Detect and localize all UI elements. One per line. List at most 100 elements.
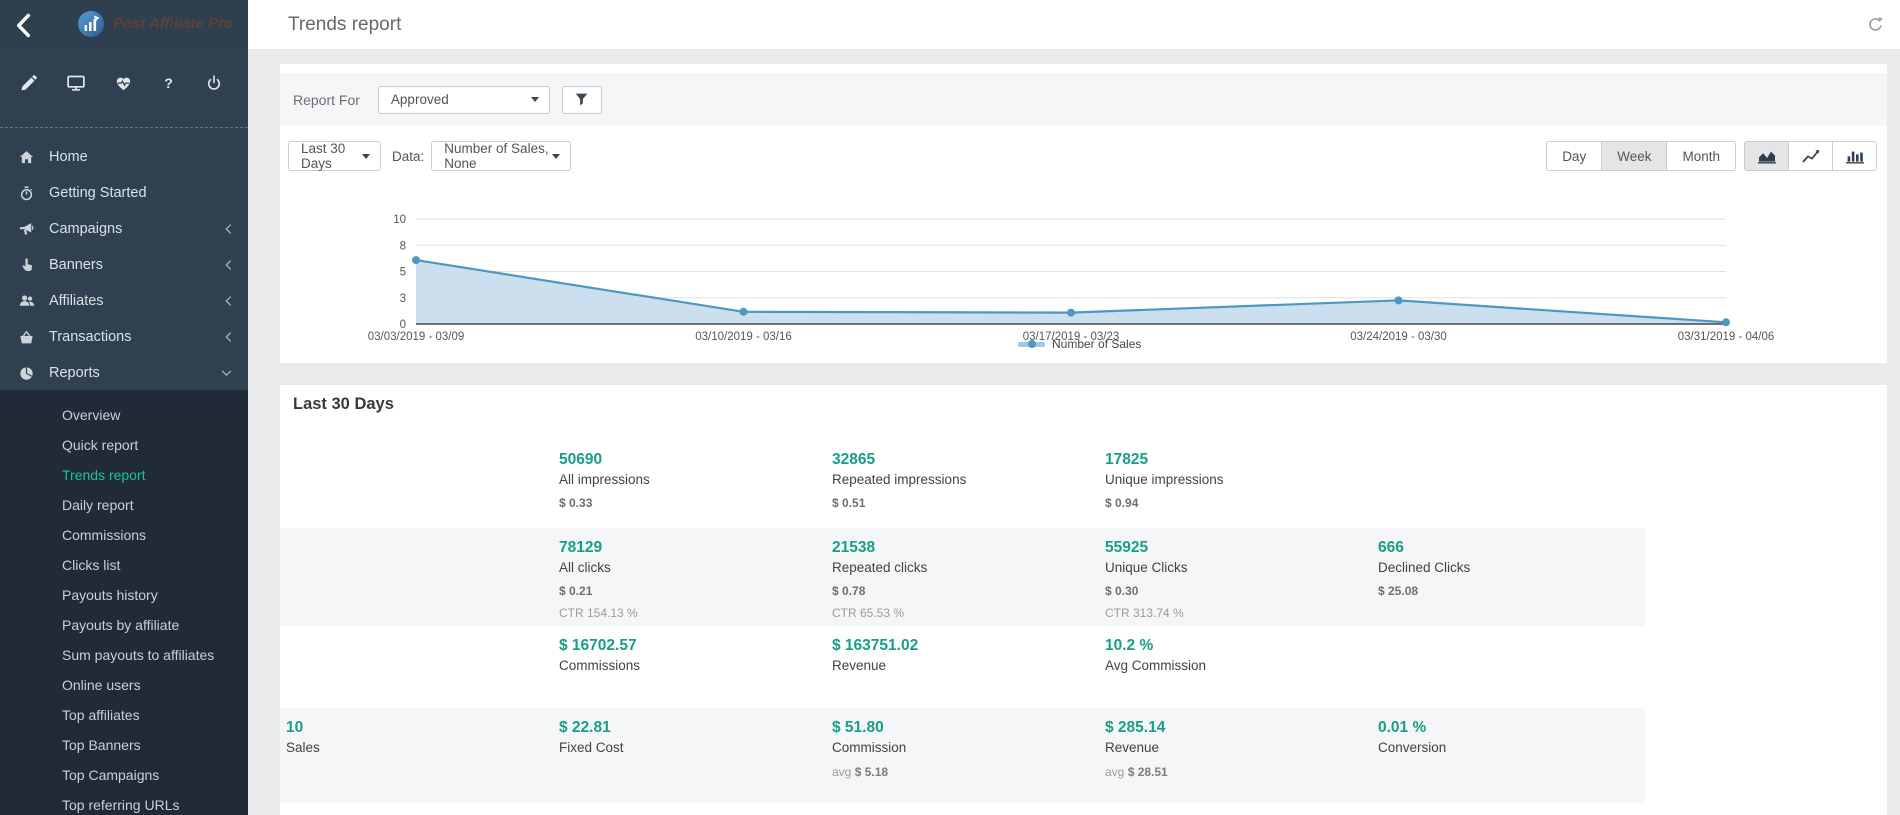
stat-avg: avg $ 28.51 <box>1105 765 1360 779</box>
sidebar-item-home[interactable]: Home <box>0 139 248 175</box>
svg-text:03/03/2019 - 03/09: 03/03/2019 - 03/09 <box>368 331 465 343</box>
stat-money: $ 0.51 <box>832 496 1087 510</box>
sidebar-item-campaigns[interactable]: Campaigns <box>0 211 248 247</box>
caret-down-icon <box>362 154 370 159</box>
stat-value: 21538 <box>832 538 1087 557</box>
period-button-day[interactable]: Day <box>1546 141 1602 171</box>
date-range-select[interactable]: Last 30 Days <box>288 141 381 171</box>
stat-cell-revenue: $ 163751.02Revenue <box>826 626 1099 708</box>
stopwatch-icon <box>18 186 35 201</box>
stat-label: Sales <box>286 738 541 757</box>
chevron-left-icon <box>225 332 232 343</box>
stats-row-4: 10Sales$ 22.81Fixed Cost$ 51.80Commissio… <box>280 708 1645 803</box>
submenu-item-trends-report[interactable]: Trends report <box>0 460 248 490</box>
collapse-sidebar-icon[interactable] <box>13 12 36 44</box>
power-icon[interactable] <box>206 75 222 91</box>
chart-type-button-area-chart[interactable] <box>1744 141 1789 171</box>
stat-cell-revenue: $ 285.14Revenueavg $ 28.51 <box>1099 708 1372 803</box>
data-label: Data: <box>392 149 424 164</box>
chart-type-button-line-chart[interactable] <box>1788 141 1833 171</box>
svg-text:5: 5 <box>400 267 406 279</box>
data-series-value: Number of Sales, None <box>444 141 552 171</box>
submenu-item-clicks-list[interactable]: Clicks list <box>0 550 248 580</box>
submenu-item-payouts-history[interactable]: Payouts history <box>0 580 248 610</box>
sidebar-item-reports[interactable]: Reports <box>0 355 248 391</box>
refresh-icon[interactable] <box>1867 16 1884 38</box>
submenu-item-online-users[interactable]: Online users <box>0 670 248 700</box>
chart-type-button-bar-chart[interactable] <box>1832 141 1877 171</box>
help-icon[interactable]: ? <box>161 76 176 91</box>
sidebar-nav: Home Getting StartedCampaigns Banners Affil… <box>0 139 248 391</box>
stat-value: 50690 <box>559 450 814 469</box>
stat-label: Commissions <box>559 656 814 675</box>
filter-button[interactable] <box>562 86 602 114</box>
legend-label: Number of Sales <box>1052 337 1141 351</box>
chevron-left-icon <box>225 296 232 307</box>
stat-cell-unique-impressions: 17825Unique impressions$ 0.94 <box>1099 440 1372 528</box>
submenu-item-top-campaigns[interactable]: Top Campaigns <box>0 760 248 790</box>
megaphone-icon <box>18 222 35 237</box>
stat-label: Fixed Cost <box>559 738 814 757</box>
stat-ctr: CTR 154.13 % <box>559 606 814 620</box>
funnel-icon <box>575 93 588 106</box>
stat-cell-commission: $ 51.80Commissionavg $ 5.18 <box>826 708 1099 803</box>
stat-cell-avg-commission: 10.2 %Avg Commission <box>1099 626 1372 708</box>
submenu-item-commissions[interactable]: Commissions <box>0 520 248 550</box>
sidebar-item-label: Banners <box>49 257 103 273</box>
report-for-select[interactable]: Approved <box>378 86 550 114</box>
stat-value: 32865 <box>832 450 1087 469</box>
stat-label: Commission <box>832 738 1087 757</box>
stat-value: $ 51.80 <box>832 718 1087 737</box>
stat-label: All clicks <box>559 558 814 577</box>
svg-text:0: 0 <box>400 319 406 331</box>
svg-text:03/10/2019 - 03/16: 03/10/2019 - 03/16 <box>695 331 792 343</box>
submenu-item-sum-payouts-to-affiliates[interactable]: Sum payouts to affiliates <box>0 640 248 670</box>
app-root: Post Affiliate Pro ? HomeGetting Started… <box>0 0 1900 815</box>
stat-label: Avg Commission <box>1105 656 1360 675</box>
stat-money: $ 0.78 <box>832 584 1087 598</box>
submenu-item-quick-report[interactable]: Quick report <box>0 430 248 460</box>
sidebar-item-banners[interactable]: Banners <box>0 247 248 283</box>
submenu-item-top-affiliates[interactable]: Top affiliates <box>0 700 248 730</box>
brand-logo-icon <box>77 10 105 38</box>
period-button-month[interactable]: Month <box>1666 141 1736 171</box>
caret-down-icon <box>552 154 560 159</box>
stat-label: Declined Clicks <box>1378 558 1633 577</box>
pencil-icon[interactable] <box>20 75 37 92</box>
home-icon <box>18 150 35 165</box>
submenu-item-daily-report[interactable]: Daily report <box>0 490 248 520</box>
legend-swatch-icon <box>1018 342 1045 347</box>
period-button-group: DayWeekMonth <box>1546 141 1736 171</box>
sidebar-item-affiliates[interactable]: Affiliates <box>0 283 248 319</box>
caret-down-icon <box>531 97 539 102</box>
submenu-item-top-banners[interactable]: Top Banners <box>0 730 248 760</box>
period-button-week[interactable]: Week <box>1601 141 1667 171</box>
stat-cell-empty <box>280 528 553 626</box>
monitor-icon[interactable] <box>67 74 85 92</box>
submenu-item-top-referring-urls[interactable]: Top referring URLs <box>0 790 248 815</box>
stat-cell-declined-clicks: 666Declined Clicks$ 25.08 <box>1372 528 1645 626</box>
stat-cell-empty <box>280 626 553 708</box>
sidebar-item-transactions[interactable]: Transactions <box>0 319 248 355</box>
submenu-item-payouts-by-affiliate[interactable]: Payouts by affiliate <box>0 610 248 640</box>
data-series-select[interactable]: Number of Sales, None <box>431 141 571 171</box>
stat-value: $ 163751.02 <box>832 636 1087 655</box>
sidebar-item-getting-started[interactable]: Getting Started <box>0 175 248 211</box>
stat-cell-all-impressions: 50690All impressions$ 0.33 <box>553 440 826 528</box>
stat-cell-empty <box>1372 626 1645 708</box>
heartbeat-icon[interactable] <box>115 75 132 92</box>
report-for-value: Approved <box>391 92 449 107</box>
stat-value: 17825 <box>1105 450 1360 469</box>
stat-cell-fixed-cost: $ 22.81Fixed Cost <box>553 708 826 803</box>
stat-value: 0.01 % <box>1378 718 1633 737</box>
svg-text:8: 8 <box>400 240 406 252</box>
stat-label: Conversion <box>1378 738 1633 757</box>
stat-cell-conversion: 0.01 %Conversion <box>1372 708 1645 803</box>
stat-value: $ 16702.57 <box>559 636 814 655</box>
chart-card: Report For Approved Last 30 Days Data: N… <box>280 64 1887 363</box>
sidebar-item-label: Home <box>49 149 88 165</box>
sidebar-divider <box>0 127 248 128</box>
page-title: Trends report <box>288 14 401 36</box>
submenu-item-overview[interactable]: Overview <box>0 400 248 430</box>
stat-cell-repeated-clicks: 21538Repeated clicks$ 0.78CTR 65.53 % <box>826 528 1099 626</box>
